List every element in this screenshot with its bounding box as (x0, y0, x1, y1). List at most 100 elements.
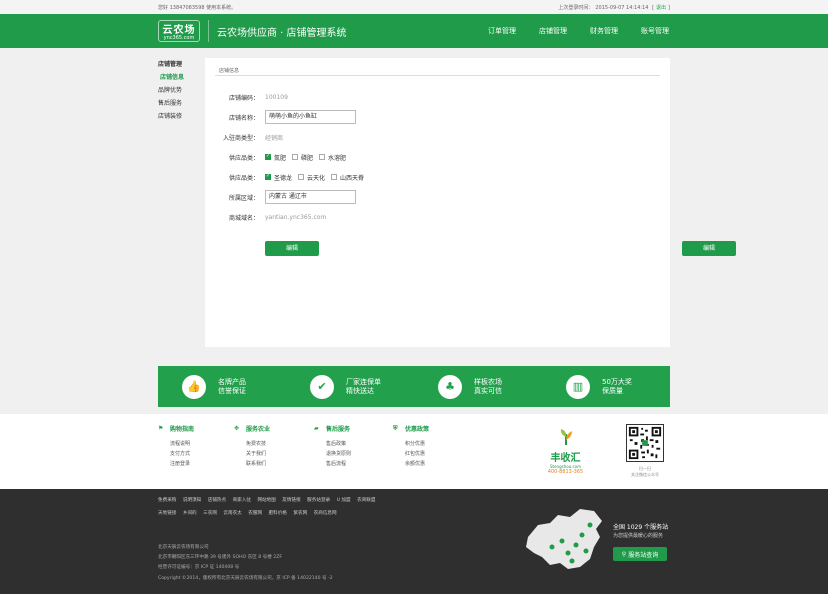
panel-divider (215, 75, 660, 76)
footer-link[interactable]: 农商信息网 (314, 511, 337, 516)
feature-text: 厂家连保单 精快送达 (346, 378, 381, 396)
footer-link[interactable]: 商家入驻 (233, 498, 251, 503)
system-title: 云农场供应商 · 店铺管理系统 (217, 27, 347, 39)
footer-col-title: 优惠政策 (405, 426, 430, 433)
footer-link[interactable]: 店铺热点 (208, 498, 226, 503)
footer-col-title: 服务农业 (246, 426, 271, 433)
footer-link[interactable]: 友情链接 (282, 498, 300, 503)
region-input[interactable]: 内蒙古 通辽市 (265, 190, 356, 204)
footer-link[interactable]: 售后政策 (314, 439, 351, 449)
footer-link[interactable]: 积分优惠 (393, 439, 429, 449)
sidebar-item-shop-info[interactable]: 店铺信息 (158, 71, 203, 84)
nav-shop[interactable]: 店铺管理 (539, 26, 590, 36)
license-number: 经营许可证编号：京 ICP 证 140408 号 (158, 565, 240, 570)
checkbox-checked[interactable] (265, 173, 271, 180)
panel-title: 店铺信息 (219, 68, 240, 74)
feature-band: 👍 名牌产品 信誉保证 ✔ 厂家连保单 精快送达 ♣ 样板农场 真实可信 ▥ 50万大… (158, 366, 670, 407)
footer-link[interactable]: 退换货原则 (314, 449, 351, 459)
search-icon: ⚲ (621, 550, 627, 558)
barcode-icon: ▥ (566, 374, 590, 399)
footer-link[interactable]: 红包优惠 (393, 449, 429, 459)
site-logo[interactable]: 云农场 ync365.com (158, 20, 200, 42)
region-label: 所属区域： (228, 194, 259, 202)
feature-item: ✔ 厂家连保单 精快送达 (286, 366, 414, 407)
brand-logo[interactable]: 丰收汇 Stengshou.com 400-8813-365 (543, 428, 588, 475)
footer-link[interactable]: 关于我们 (234, 449, 270, 459)
checkbox[interactable] (331, 174, 338, 180)
sidebar-item-decoration[interactable]: 店铺装修 (158, 110, 203, 123)
footer-link[interactable]: 农服网 (248, 511, 262, 516)
footer-link[interactable]: 余额优惠 (393, 459, 429, 469)
handshake-icon: ✥ (234, 425, 240, 432)
footer-col-offers: ⛨ 优惠政策 积分优惠 红包优惠 余额优惠 (393, 424, 429, 469)
last-login-label: 上次登录时间： (558, 4, 594, 11)
qr-caption: 扫一扫 关注微信公众号 (626, 466, 664, 478)
sidebar-item-brand[interactable]: 品牌优势 (158, 84, 203, 97)
feature-line2: 真实可信 (474, 386, 502, 395)
footer-link[interactable]: 免费采购 (158, 498, 176, 503)
footer-col-title: 售后服务 (326, 426, 351, 433)
supply-option[interactable]: 云天化 (298, 173, 325, 182)
feature-line2: 精快送达 (346, 386, 374, 395)
footer-link[interactable]: 紫农网 (293, 511, 307, 516)
feature-line1: 样板农场 (474, 377, 502, 386)
shop-code-row: 店铺编码： 100109 (205, 90, 288, 104)
nav-account[interactable]: 账号管理 (641, 26, 692, 36)
footer-link[interactable]: 农商联盟 (357, 498, 375, 503)
shop-name-input[interactable]: 萌萌小鱼的小鱼缸 (265, 110, 356, 124)
footer-link[interactable]: 乡间的 (183, 511, 197, 516)
station-search-button[interactable]: ⚲ 服务站查询 (613, 547, 667, 561)
footer-link[interactable]: 联系我们 (234, 459, 270, 469)
option-label: 氮肥 (274, 154, 287, 162)
footer-dark: 免费采购 说明须知 店铺热点 商家入驻 网站地图 友情链接 服务站登录 U 加盟… (0, 489, 828, 594)
region-row: 所属区域： 内蒙古 通辽市 (205, 190, 356, 204)
footer-link[interactable]: 售后流程 (314, 459, 351, 469)
checkbox[interactable] (298, 174, 305, 180)
side-edit-button[interactable]: 编辑 (682, 241, 736, 256)
footer-link[interactable]: 三农网 (203, 511, 217, 516)
edit-button[interactable]: 编辑 (265, 241, 319, 256)
checkbox[interactable] (319, 154, 326, 160)
service-station-stat: 全国 1029 个服务站 为您提供最暖心的服务 (613, 523, 668, 541)
sidebar: 店铺管理 店铺信息 品牌优势 售后服务 店铺装修 (158, 58, 203, 123)
type-row: 入驻商类型： 经销商 (205, 130, 283, 144)
footer-link[interactable]: 注册登录 (158, 459, 194, 469)
footer-link[interactable]: 流程说明 (158, 439, 194, 449)
feature-text: 50万大奖 保质量 (602, 378, 632, 396)
brand-name: 丰收汇 (550, 453, 581, 464)
option-label: 山西天脊 (340, 174, 365, 182)
footer-link[interactable]: U 加盟 (337, 498, 351, 503)
checkbox[interactable] (292, 154, 299, 160)
header-divider (208, 20, 209, 42)
footer-link[interactable]: 网站地图 (257, 498, 275, 503)
footer-link[interactable]: 服务站登录 (307, 498, 330, 503)
supply-label-2: 供应品类： (228, 174, 259, 182)
supply-option[interactable]: 氮肥 (265, 153, 286, 162)
nav-finance[interactable]: 财务管理 (590, 26, 641, 36)
supply-options-2: 圣德龙 云天化 山西天脊 (265, 173, 370, 182)
supply-option[interactable]: 圣德龙 (265, 173, 292, 182)
truck-icon: ▰ (314, 425, 319, 432)
option-label: 云天化 (307, 174, 326, 182)
sidebar-item-aftersales[interactable]: 售后服务 (158, 97, 203, 110)
footer-link[interactable]: 支付方式 (158, 449, 194, 459)
footer-link[interactable]: 肥料价格 (269, 511, 287, 516)
nav-orders[interactable]: 订单管理 (488, 26, 539, 36)
feature-line2: 信誉保证 (218, 386, 246, 395)
footer-link[interactable]: 说明须知 (183, 498, 201, 503)
header: 云农场 ync365.com 云农场供应商 · 店铺管理系统 订单管理 店铺管理… (0, 14, 828, 48)
footer-link[interactable]: 云南农太 (223, 511, 241, 516)
supply-option[interactable]: 水溶肥 (319, 153, 346, 162)
logout-link[interactable]: 退出 (656, 5, 666, 11)
feature-line2: 保质量 (602, 386, 623, 395)
supply-option[interactable]: 山西天脊 (331, 173, 364, 182)
footer-link[interactable]: 免费农技 (234, 439, 270, 449)
qr-caption-line2: 关注微信公众号 (631, 472, 659, 477)
checkbox-checked[interactable] (265, 153, 271, 160)
footer-link[interactable]: 天地链接 (158, 511, 176, 516)
shop-code-label: 店铺编码： (228, 94, 259, 102)
footer-col-aftersales: ▰ 售后服务 售后政策 退换货原则 售后流程 (314, 424, 351, 469)
sidebar-heading: 店铺管理 (158, 61, 183, 68)
company-address: 北京市朝阳区东三环中路 39 号建外 SOHO 东区 8 号楼 2ZF (158, 555, 282, 560)
supply-option[interactable]: 磷肥 (292, 153, 313, 162)
